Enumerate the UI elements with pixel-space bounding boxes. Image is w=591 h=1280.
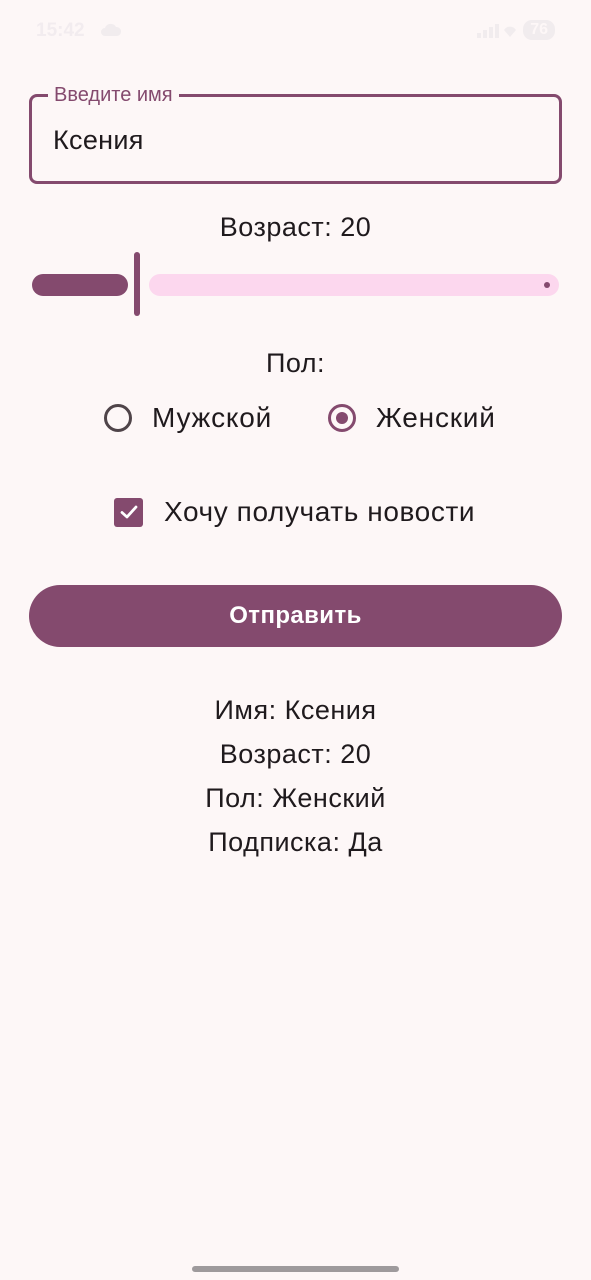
radio-button-selected-icon[interactable] bbox=[328, 404, 356, 432]
status-bar: 15:42 76 bbox=[0, 0, 591, 64]
result-subscription: Подписка: Да bbox=[208, 827, 383, 857]
checkmark-icon bbox=[120, 505, 137, 519]
age-label: Возраст: 20 bbox=[219, 212, 372, 242]
radio-male[interactable]: Мужской bbox=[104, 402, 272, 434]
status-time: 15:42 bbox=[36, 20, 85, 41]
subscribe-label: Хочу получать новости bbox=[164, 496, 476, 527]
signal-icon bbox=[477, 24, 517, 38]
checkbox-checked-icon[interactable] bbox=[114, 497, 143, 527]
gesture-navigation-bar[interactable] bbox=[192, 1266, 399, 1272]
radio-female[interactable]: Женский bbox=[328, 402, 496, 434]
name-input[interactable]: Введите имя Ксения bbox=[29, 83, 562, 184]
result-block: Имя: Ксения Возраст: 20 Пол: Женский Под… bbox=[0, 688, 591, 864]
age-slider[interactable] bbox=[29, 250, 562, 320]
status-indicators: 76 bbox=[477, 20, 555, 40]
slider-active-track bbox=[32, 274, 129, 296]
result-name: Имя: Ксения bbox=[214, 695, 377, 725]
radio-button-icon[interactable] bbox=[104, 404, 132, 432]
battery-indicator: 76 bbox=[523, 20, 555, 40]
cloud-icon bbox=[101, 23, 122, 36]
radio-female-label: Женский bbox=[376, 402, 496, 433]
result-gender: Пол: Женский bbox=[205, 783, 386, 813]
slider-stop-indicator bbox=[544, 282, 550, 288]
subscribe-checkbox-row[interactable]: Хочу получать новости bbox=[114, 496, 475, 528]
name-input-label: Введите имя bbox=[48, 83, 179, 107]
result-age: Возраст: 20 bbox=[219, 739, 372, 769]
gender-title: Пол: bbox=[265, 348, 326, 378]
radio-dot bbox=[336, 412, 348, 424]
submit-button[interactable]: Отправить bbox=[29, 585, 562, 647]
radio-male-label: Мужской bbox=[152, 402, 273, 433]
slider-inactive-track bbox=[149, 274, 559, 296]
slider-thumb[interactable] bbox=[134, 252, 141, 316]
name-input-value[interactable]: Ксения bbox=[53, 125, 144, 156]
app-screen: 15:42 76 Введите имя Ксения Возраст: 20 … bbox=[0, 0, 591, 1280]
